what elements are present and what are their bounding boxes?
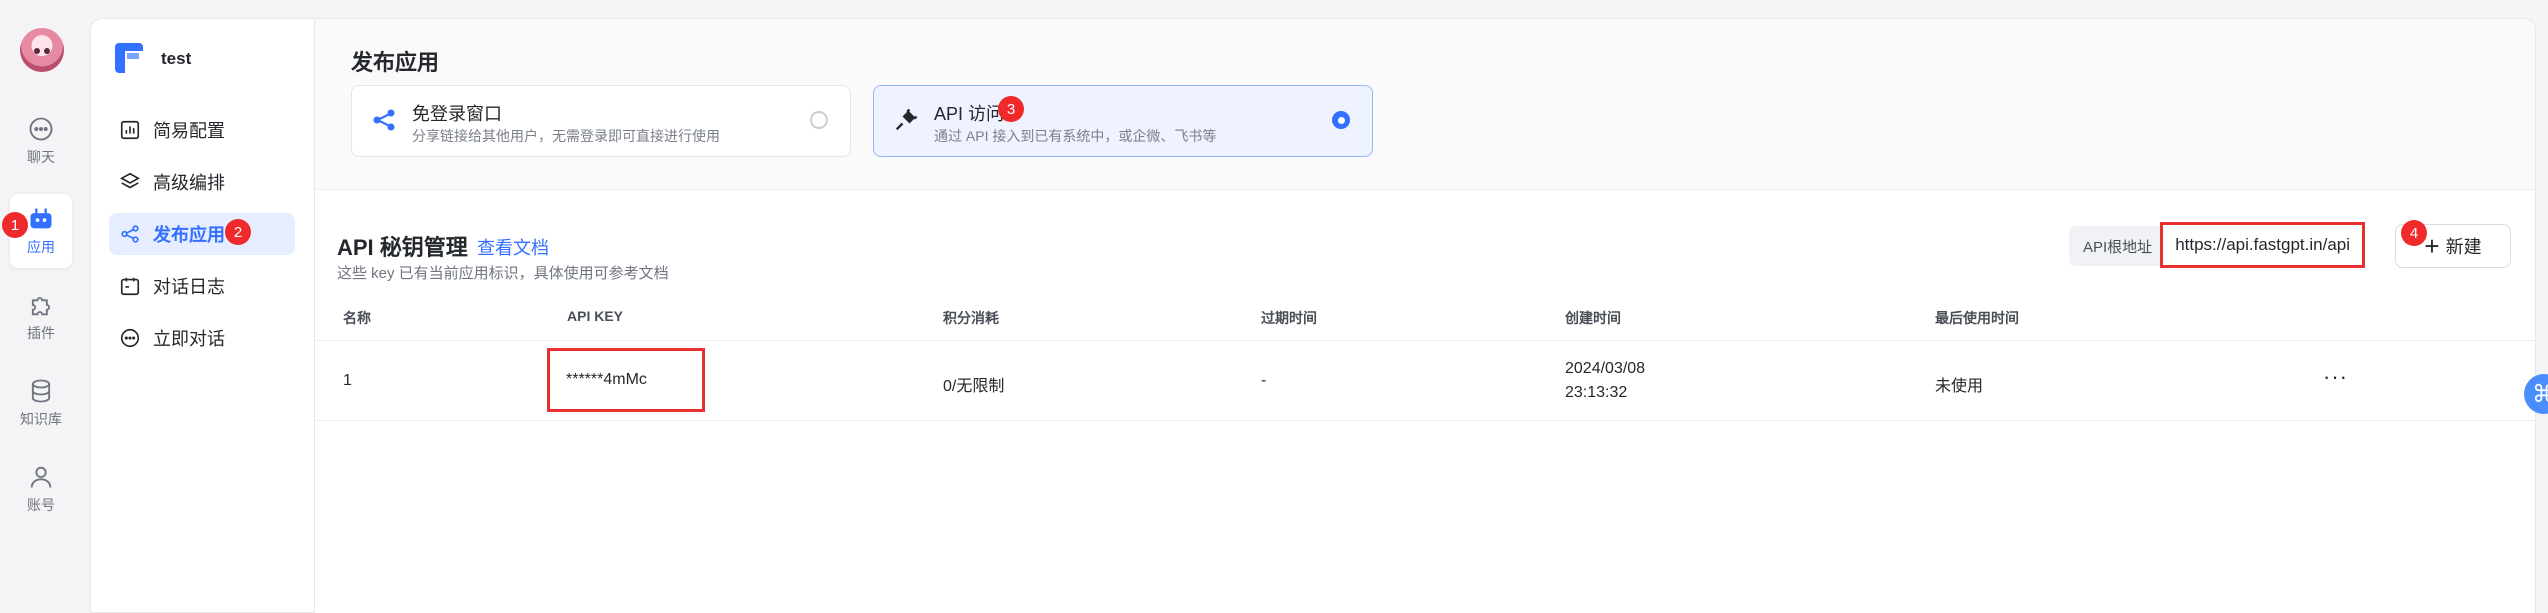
step-badge-1: 1 [2,212,28,238]
col-header-api-key: API KEY [567,308,624,324]
robot-icon [30,208,52,229]
cell-api-key[interactable]: ******4mMc [547,348,705,412]
app-logo-icon [115,43,143,73]
menu-item-chat-now[interactable]: 立即对话 [109,317,295,359]
option-title: API 访问 [934,104,1005,124]
nav-item-knowledge[interactable]: 知识库 [10,366,72,440]
api-root-label: API根地址 [2083,238,2153,256]
app-name: test [161,49,192,68]
chat-icon [119,327,141,349]
step-badge-2: 2 [225,219,251,245]
menu-item-simple-config[interactable]: 简易配置 [109,109,295,151]
api-root-url[interactable]: https://api.fastgpt.in/api [2160,221,2366,268]
share-icon [373,109,395,131]
section-description: 这些 key 已有当前应用标识，具体使用可参考文档 [337,265,669,282]
option-card-share-link[interactable]: 免登录窗口 分享链接给其他用户，无需登录即可直接进行使用 [351,85,851,157]
cell-expire: - [1261,372,1267,389]
option-radio[interactable] [810,111,828,129]
nav-label-apps: 应用 [27,239,55,255]
new-key-label: 新建 [2445,237,2482,257]
avatar[interactable] [20,28,64,72]
api-root-address: API根地址 https://api.fastgpt.in/api [2069,221,2366,268]
cell-created-time: 23:13:32 [1565,384,1628,401]
menu-label: 立即对话 [153,329,225,349]
menu-label: 高级编排 [153,173,225,193]
option-radio-selected[interactable] [1332,111,1350,129]
main-content: 发布应用 免登录窗口 分享链接给其他用户，无需登录即可直接进行使用 API 访问… [314,18,2536,613]
col-header-usage: 积分消耗 [943,310,999,326]
page-title: 发布应用 [351,50,440,75]
chart-icon [119,119,141,141]
more-actions-icon[interactable]: ··· [2323,364,2348,390]
table-divider [315,420,2535,421]
cell-created-date: 2024/03/08 [1565,360,1646,377]
section-title: API 秘钥管理 [337,235,468,260]
nav-label-account: 账号 [27,497,55,513]
option-desc: 通过 API 接入到已有系统中，或企微、飞书等 [934,128,1217,144]
menu-label: 简易配置 [153,121,225,141]
option-card-api-access[interactable]: API 访问 通过 API 接入到已有系统中，或企微、飞书等 3 [873,85,1373,157]
cell-name: 1 [343,372,352,389]
api-key-panel: API 秘钥管理 查看文档 这些 key 已有当前应用标识，具体使用可参考文档 … [315,189,2535,613]
cell-usage: 0/无限制 [943,378,1005,395]
plug-icon [895,108,918,131]
menu-label: 对话日志 [153,277,225,297]
menu-item-logs[interactable]: 对话日志 [109,265,295,307]
menu-item-publish[interactable]: 发布应用 [109,213,295,255]
step-badge-3: 3 [998,96,1024,122]
app-sidebar: test 简易配置 高级编排 发布应用 对话日志 立即对话 2 [90,18,315,613]
puzzle-icon [31,297,51,316]
nav-item-chat[interactable]: 聊天 [10,104,72,178]
menu-label: 发布应用 [153,225,225,245]
col-header-expire: 过期时间 [1261,310,1317,326]
global-nav: 聊天 应用 插件 知识库 账号 1 [0,0,86,611]
table-divider [315,340,2535,341]
calendar-icon [119,275,141,297]
database-icon [31,379,51,403]
nav-label-plugins: 插件 [27,325,55,341]
step-badge-4: 4 [2401,220,2427,246]
share-icon [119,223,141,245]
layers-icon [119,171,141,193]
col-header-last-used: 最后使用时间 [1935,310,2019,326]
cell-last-used: 未使用 [1935,378,1984,395]
nav-label-chat: 聊天 [27,149,55,165]
nav-item-plugins[interactable]: 插件 [10,280,72,354]
option-title: 免登录窗口 [412,104,502,124]
user-icon [30,466,52,488]
view-docs-link[interactable]: 查看文档 [477,234,549,260]
option-desc: 分享链接给其他用户，无需登录即可直接进行使用 [412,128,720,144]
nav-item-account[interactable]: 账号 [10,452,72,526]
col-header-name: 名称 [343,310,371,326]
menu-item-advanced[interactable]: 高级编排 [109,161,295,203]
chat-icon [29,117,53,141]
col-header-created: 创建时间 [1565,310,1621,326]
plus-icon: + [2424,231,2440,261]
nav-label-knowledge: 知识库 [20,411,62,427]
